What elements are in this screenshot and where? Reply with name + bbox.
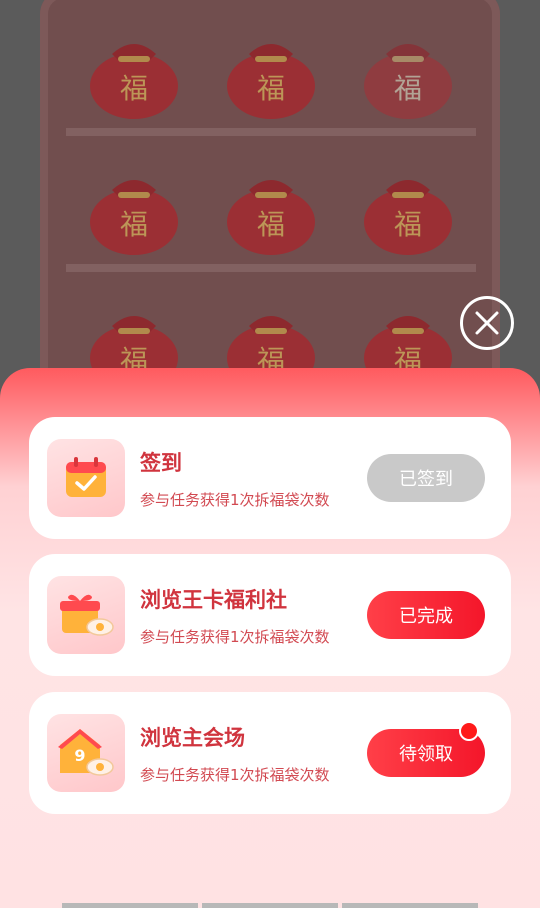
tab-segment: [202, 903, 338, 908]
home-eye-icon: 9: [58, 729, 114, 776]
task-description: 参与任务获得1次拆福袋次数: [140, 766, 330, 784]
task-icon-container: [47, 439, 125, 517]
home-icon-number: 9: [74, 746, 85, 765]
close-icon: [475, 311, 499, 335]
completed-button[interactable]: 已完成: [367, 591, 485, 639]
task-card-checkin: 签到 参与任务获得1次拆福袋次数 已签到: [29, 417, 511, 539]
checked-in-button[interactable]: 已签到: [367, 454, 485, 502]
close-button[interactable]: [460, 296, 514, 350]
notification-dot: [459, 721, 479, 741]
gift-eye-icon: [60, 594, 114, 636]
calendar-check-icon: [66, 457, 106, 497]
task-icon-container: 9: [47, 714, 125, 792]
task-title: 签到: [140, 451, 182, 475]
task-title: 浏览王卡福利社: [140, 588, 287, 612]
task-sheet: 签到 参与任务获得1次拆福袋次数 已签到 浏览王卡福利社 参与任务获得1次拆福袋…: [0, 368, 540, 908]
task-card-browse-main-venue: 9 浏览主会场 参与任务获得1次拆福袋次数 待领取: [29, 692, 511, 814]
task-description: 参与任务获得1次拆福袋次数: [140, 628, 330, 646]
tab-segment: [62, 903, 198, 908]
task-card-browse-welfare: 浏览王卡福利社 参与任务获得1次拆福袋次数 已完成: [29, 554, 511, 676]
task-description: 参与任务获得1次拆福袋次数: [140, 491, 330, 509]
tab-segment: [342, 903, 478, 908]
task-title: 浏览主会场: [140, 726, 245, 750]
bottom-tab-strip: [62, 903, 478, 908]
task-icon-container: [47, 576, 125, 654]
